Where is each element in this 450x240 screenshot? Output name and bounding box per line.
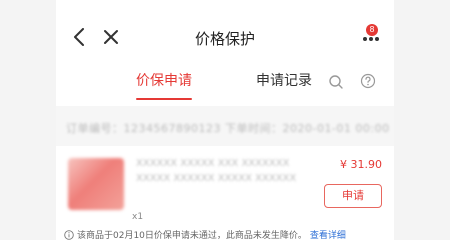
more-button[interactable]: 8 (360, 24, 382, 48)
help-icon[interactable] (360, 73, 376, 89)
tab-bar: 价保申请 申请记录 (56, 70, 394, 106)
info-icon (64, 229, 74, 240)
search-icon[interactable] (328, 74, 344, 90)
product-card: XXXXXX XXXXX XXX XXXXXXX XXXXX XXXXXX XX… (56, 146, 394, 240)
left-backdrop (0, 0, 56, 240)
price-protection-notice: 该商品于02月10日价保申请未通过，此商品未发生降价。 查看详细 (64, 228, 386, 240)
more-icon (363, 37, 379, 41)
product-thumbnail[interactable] (68, 158, 124, 210)
apply-button[interactable]: 申请 (324, 184, 382, 208)
header: 价格保护 8 (56, 0, 394, 70)
tab-records-label: 申请记录 (256, 73, 312, 89)
notification-badge: 8 (366, 24, 378, 36)
order-info-bar: 订单编号：1234567890123 下单时间：2020-01-01 00:00 (56, 106, 394, 146)
product-quantity: x1 (132, 212, 144, 222)
tab-price-protection-apply[interactable]: 价保申请 (136, 70, 192, 106)
view-details-link[interactable]: 查看详细 (310, 228, 346, 240)
app-screen: 价格保护 8 价保申请 申请记录 订单编号：1234567890123 下单时间… (56, 0, 394, 240)
notice-text: 该商品于02月10日价保申请未通过，此商品未发生降价。 (77, 231, 307, 240)
page-title: 价格保护 (194, 30, 255, 48)
order-info-text: 订单编号：1234567890123 下单时间：2020-01-01 00:00 (66, 122, 390, 135)
tab-apply-records[interactable]: 申请记录 (256, 70, 312, 106)
product-name[interactable]: XXXXXX XXXXX XXX XXXXXXX XXXXX XXXXXX XX… (136, 156, 306, 186)
active-tab-indicator (136, 98, 192, 100)
tab-apply-label: 价保申请 (136, 73, 192, 89)
right-backdrop (394, 0, 450, 240)
product-price: ¥ 31.90 (340, 158, 382, 171)
